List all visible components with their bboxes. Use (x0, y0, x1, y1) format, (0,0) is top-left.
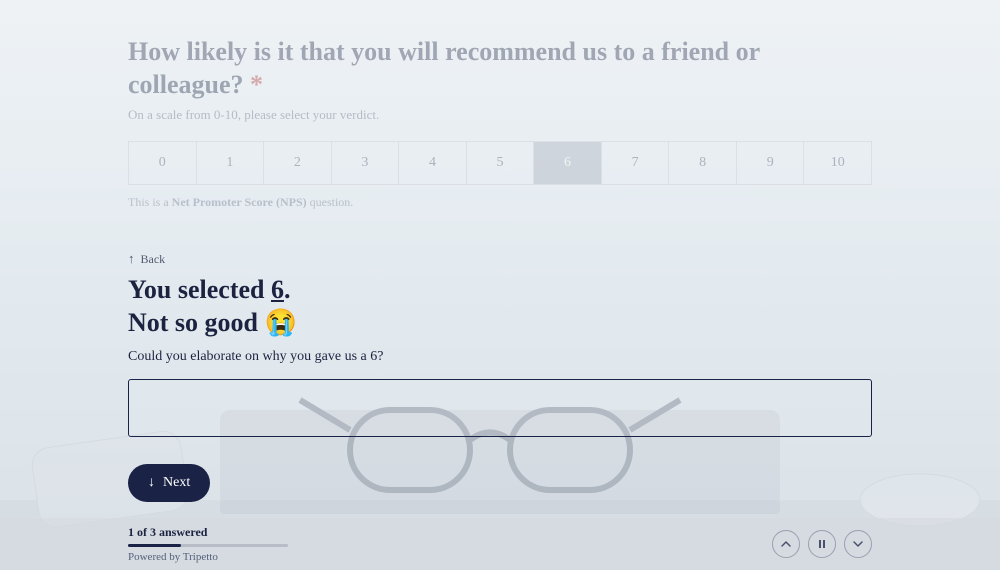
chevron-down-icon (852, 538, 864, 550)
scale-option-8[interactable]: 8 (668, 142, 736, 184)
scale-option-6[interactable]: 6 (533, 142, 601, 184)
scale-option-0[interactable]: 0 (129, 142, 196, 184)
nav-up-button[interactable] (772, 530, 800, 558)
chevron-up-icon (780, 538, 792, 550)
required-mark: * (250, 70, 263, 99)
question-nps: How likely is it that you will recommend… (128, 36, 872, 210)
followup-prompt: Could you elaborate on why you gave us a… (128, 349, 872, 365)
question-followup: ↑ Back You selected 6. Not so good 😭 Cou… (128, 250, 872, 502)
scale-option-5[interactable]: 5 (466, 142, 534, 184)
nps-scale: 012345678910 (128, 141, 872, 185)
nps-subtitle: On a scale from 0-10, please select your… (128, 107, 872, 123)
elaborate-input[interactable] (128, 379, 872, 437)
scale-option-1[interactable]: 1 (196, 142, 264, 184)
back-button[interactable]: ↑ Back (128, 251, 165, 267)
next-button[interactable]: ↓ Next (128, 464, 210, 502)
pause-icon (819, 540, 825, 548)
nps-title: How likely is it that you will recommend… (128, 36, 872, 101)
scale-option-4[interactable]: 4 (398, 142, 466, 184)
scale-option-10[interactable]: 10 (803, 142, 871, 184)
powered-by: Powered by Tripetto (128, 551, 772, 563)
arrow-down-icon: ↓ (148, 475, 155, 491)
scale-option-7[interactable]: 7 (601, 142, 669, 184)
nav-pause-button[interactable] (808, 530, 836, 558)
arrow-up-icon: ↑ (128, 251, 135, 267)
scale-option-9[interactable]: 9 (736, 142, 804, 184)
followup-title: You selected 6. Not so good 😭 (128, 274, 872, 339)
scale-option-3[interactable]: 3 (331, 142, 399, 184)
footer: 1 of 3 answered Powered by Tripetto (0, 518, 1000, 570)
progress-bar (128, 544, 288, 547)
progress-text: 1 of 3 answered (128, 525, 772, 540)
nps-hint: This is a Net Promoter Score (NPS) quest… (128, 195, 872, 210)
nav-down-button[interactable] (844, 530, 872, 558)
scale-option-2[interactable]: 2 (263, 142, 331, 184)
